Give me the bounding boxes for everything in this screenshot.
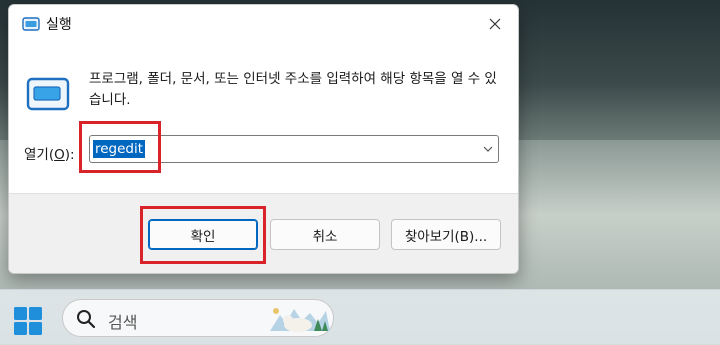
taskbar-search-box[interactable]: 검색: [62, 299, 334, 337]
cancel-button[interactable]: 취소: [270, 219, 380, 250]
browse-button[interactable]: 찾아보기(B)...: [391, 219, 501, 250]
run-app-icon: [26, 77, 70, 111]
titlebar: 실행: [9, 5, 518, 39]
dialog-title: 실행: [46, 17, 72, 33]
open-input-value[interactable]: regedit: [93, 140, 146, 158]
dialog-footer: 확인 취소 찾아보기(B)...: [9, 193, 518, 273]
open-label: 열기(O):: [24, 147, 75, 163]
search-icon: [77, 310, 96, 329]
chevron-down-icon[interactable]: [482, 143, 494, 155]
close-button[interactable]: [482, 11, 508, 37]
taskbar: 검색: [0, 289, 720, 345]
dialog-description: 프로그램, 폴더, 문서, 또는 인터넷 주소를 입력하여 해당 항목을 열 수…: [89, 71, 497, 108]
open-combobox[interactable]: regedit: [89, 135, 499, 163]
run-app-icon: [22, 17, 40, 31]
search-placeholder: 검색: [108, 313, 138, 332]
windows-start-icon[interactable]: [13, 306, 43, 336]
ok-button[interactable]: 확인: [148, 219, 258, 250]
close-icon: [489, 18, 501, 30]
search-highlight-art: [270, 308, 330, 332]
run-dialog: 실행 프로그램, 폴더, 문서, 또는 인터넷 주소를 입력하여 해당 항목을 …: [8, 4, 519, 274]
